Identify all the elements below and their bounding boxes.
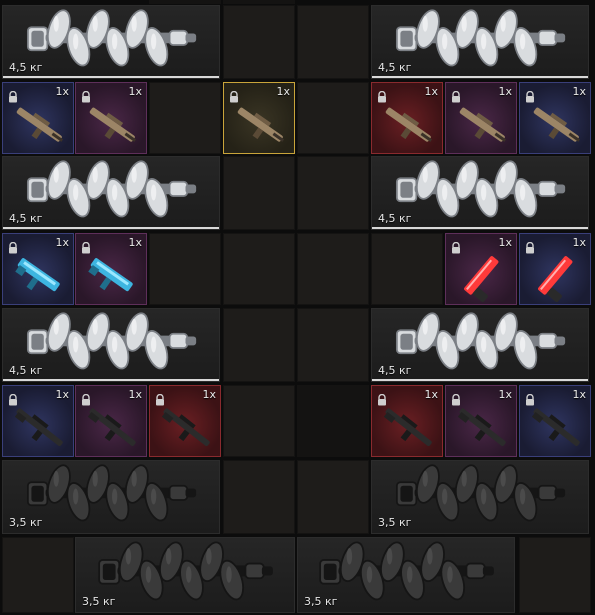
- item-quantity: 1x: [498, 85, 512, 98]
- item-quantity: 1x: [202, 388, 216, 401]
- item-underline: [372, 76, 588, 78]
- item-slot-rifle-tan[interactable]: 1x: [445, 82, 517, 154]
- item-quantity: 1x: [55, 85, 69, 98]
- empty-slot[interactable]: [149, 233, 221, 305]
- item-slot-rifle-tan[interactable]: 1x: [371, 82, 443, 154]
- item-quantity: 1x: [276, 85, 290, 98]
- item-slot-rifle-tan[interactable]: 1x: [223, 82, 295, 154]
- rifle-tan-icon: [526, 99, 586, 153]
- empty-slot[interactable]: [371, 233, 443, 305]
- item-underline: [3, 227, 219, 229]
- pistol-red-icon: [526, 250, 586, 304]
- item-quantity: 1x: [498, 236, 512, 249]
- rifle-tan-icon: [230, 99, 290, 153]
- empty-slot[interactable]: [297, 233, 369, 305]
- item-slot-rifle-black[interactable]: 1x: [75, 385, 147, 457]
- item-slot-rifle-black[interactable]: 1x: [149, 385, 221, 457]
- item-slot-rifle-tan[interactable]: 1x: [519, 82, 591, 154]
- empty-slot[interactable]: [223, 0, 295, 4]
- rifle-tan-icon: [9, 99, 69, 153]
- item-underline: [372, 227, 588, 229]
- empty-slot[interactable]: [297, 5, 369, 79]
- empty-slot[interactable]: [149, 0, 221, 4]
- smg-cyan-icon: [9, 250, 69, 304]
- item-underline: [3, 76, 219, 78]
- item-slot-crankshaft-dark[interactable]: 3,5 кг: [2, 460, 220, 534]
- item-quantity: 1x: [572, 85, 586, 98]
- item-slot-pistol-red[interactable]: 1x: [445, 233, 517, 305]
- item-slot-rifle-tan[interactable]: 1x: [2, 82, 74, 154]
- item-slot-smg-cyan[interactable]: 1x: [2, 233, 74, 305]
- empty-slot[interactable]: [2, 537, 74, 613]
- smg-cyan-icon: [82, 250, 142, 304]
- empty-slot[interactable]: [297, 308, 369, 382]
- item-slot-crankshaft-silver[interactable]: 4,5 кг: [2, 5, 220, 79]
- empty-slot[interactable]: [223, 308, 295, 382]
- rifle-black-icon: [9, 402, 69, 456]
- item-slot-crankshaft-dark[interactable]: 3,5 кг: [371, 460, 589, 534]
- rifle-black-icon: [452, 402, 512, 456]
- item-quantity: 1x: [128, 85, 142, 98]
- item-weight: 3,5 кг: [304, 595, 338, 608]
- empty-slot[interactable]: [223, 385, 295, 457]
- rifle-black-icon: [82, 402, 142, 456]
- item-underline: [3, 379, 219, 381]
- item-slot-smg-cyan[interactable]: 1x: [75, 233, 147, 305]
- item-underline: [372, 379, 588, 381]
- empty-slot[interactable]: [297, 460, 369, 534]
- item-quantity: 1x: [424, 388, 438, 401]
- item-weight: 4,5 кг: [378, 364, 412, 377]
- inventory-grid: 4,5 кг 4,5 кг 1x 1x 1x 1x 1x 1x 4,5 кг 4…: [0, 0, 595, 615]
- item-weight: 4,5 кг: [9, 61, 43, 74]
- rifle-black-icon: [156, 402, 216, 456]
- rifle-tan-icon: [452, 99, 512, 153]
- item-slot-crankshaft-dark[interactable]: 3,5 кг: [75, 537, 295, 613]
- item-slot-crankshaft-silver[interactable]: 4,5 кг: [371, 5, 589, 79]
- empty-slot[interactable]: [149, 82, 221, 154]
- item-quantity: 1x: [128, 236, 142, 249]
- item-weight: 3,5 кг: [9, 516, 43, 529]
- item-slot-rifle-black[interactable]: 1x: [371, 385, 443, 457]
- empty-slot[interactable]: [223, 233, 295, 305]
- item-quantity: 1x: [55, 388, 69, 401]
- rifle-black-icon: [378, 402, 438, 456]
- pistol-red-icon: [452, 250, 512, 304]
- empty-slot[interactable]: [223, 5, 295, 79]
- item-slot-crankshaft-silver[interactable]: 4,5 кг: [371, 156, 589, 230]
- item-slot-crankshaft-dark[interactable]: 3,5 кг: [297, 537, 515, 613]
- item-weight: 4,5 кг: [9, 212, 43, 225]
- item-weight: 4,5 кг: [9, 364, 43, 377]
- item-weight: 3,5 кг: [82, 595, 116, 608]
- item-quantity: 1x: [498, 388, 512, 401]
- item-slot-crankshaft-silver[interactable]: 4,5 кг: [2, 156, 220, 230]
- item-weight: 4,5 кг: [378, 61, 412, 74]
- empty-slot[interactable]: [297, 385, 369, 457]
- empty-slot[interactable]: [519, 537, 591, 613]
- rifle-tan-icon: [82, 99, 142, 153]
- item-slot-rifle-tan[interactable]: 1x: [75, 82, 147, 154]
- empty-slot[interactable]: [223, 156, 295, 230]
- item-quantity: 1x: [572, 388, 586, 401]
- item-slot-rifle-black[interactable]: 1x: [2, 385, 74, 457]
- item-weight: 4,5 кг: [378, 212, 412, 225]
- empty-slot[interactable]: [223, 460, 295, 534]
- item-slot-pistol-red[interactable]: 1x: [519, 233, 591, 305]
- item-weight: 3,5 кг: [378, 516, 412, 529]
- empty-slot[interactable]: [297, 82, 369, 154]
- rifle-tan-icon: [378, 99, 438, 153]
- rifle-black-icon: [526, 402, 586, 456]
- item-quantity: 1x: [55, 236, 69, 249]
- item-slot-rifle-black[interactable]: 1x: [519, 385, 591, 457]
- item-quantity: 1x: [424, 85, 438, 98]
- item-slot-crankshaft-silver[interactable]: 4,5 кг: [371, 308, 589, 382]
- item-quantity: 1x: [572, 236, 586, 249]
- item-slot-rifle-black[interactable]: 1x: [445, 385, 517, 457]
- item-quantity: 1x: [128, 388, 142, 401]
- item-slot-crankshaft-silver[interactable]: 4,5 кг: [2, 308, 220, 382]
- empty-slot[interactable]: [297, 156, 369, 230]
